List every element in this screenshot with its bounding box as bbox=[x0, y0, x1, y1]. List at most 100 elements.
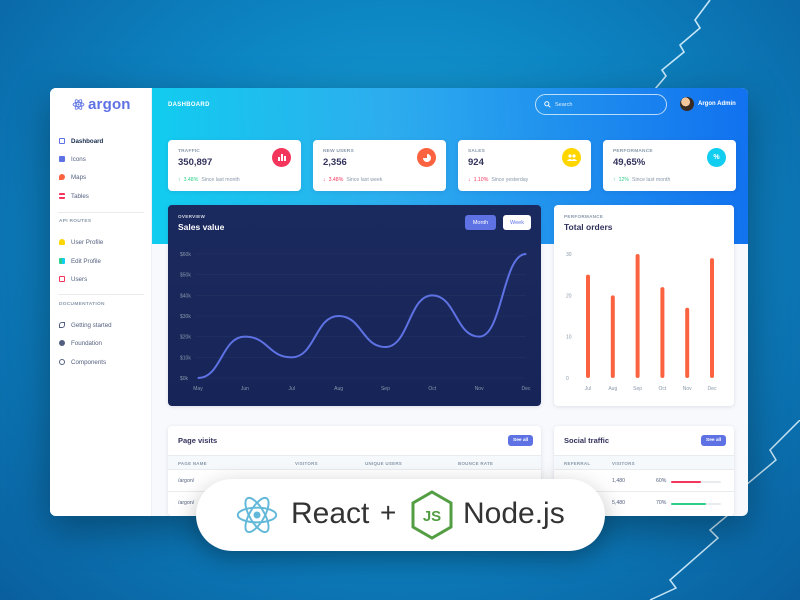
stat-change: 1.10% bbox=[473, 177, 489, 183]
stat-footer: ↓ 3.48% Since last week bbox=[323, 177, 382, 183]
chart-bar-icon bbox=[272, 148, 291, 167]
y-tick-label: $0k bbox=[180, 376, 189, 382]
users-icon bbox=[562, 148, 581, 167]
tv-icon bbox=[59, 138, 65, 144]
sidebar-item-icons[interactable]: Icons bbox=[59, 153, 86, 165]
sidebar-item-foundation[interactable]: Foundation bbox=[59, 337, 102, 349]
logo-text: argon bbox=[88, 96, 131, 113]
sales-value-card: OVERVIEW Sales value Month Week $0k $10k $… bbox=[168, 205, 541, 406]
sidebar-item-components[interactable]: Components bbox=[59, 356, 106, 368]
pin-icon bbox=[59, 174, 65, 180]
sidebar-item-edit-profile[interactable]: Edit Profile bbox=[59, 255, 101, 267]
user-menu[interactable]: Argon Admin bbox=[680, 97, 736, 111]
stat-change: 3.48% bbox=[328, 177, 344, 183]
table-header: REFERRAL VISITORS bbox=[554, 455, 734, 470]
search-icon bbox=[544, 101, 551, 108]
stat-value: 924 bbox=[468, 157, 484, 168]
progress-bar bbox=[671, 503, 721, 505]
column-header: VISITORS bbox=[295, 461, 318, 466]
x-tick-label: Nov bbox=[475, 386, 484, 392]
progress-fill bbox=[671, 481, 701, 483]
search-box[interactable] bbox=[535, 94, 667, 115]
column-header: VISITORS bbox=[612, 461, 635, 466]
x-tick-label: Dec bbox=[708, 386, 717, 392]
card-title: Page visits bbox=[178, 436, 218, 445]
stat-title: PERFORMANCE bbox=[613, 149, 653, 154]
list-icon bbox=[59, 193, 65, 199]
plus-sign: + bbox=[380, 497, 397, 528]
arrow-up-icon: ↑ bbox=[613, 177, 616, 183]
stat-since: Since last week bbox=[346, 177, 383, 183]
x-tick-label: Oct bbox=[659, 386, 667, 392]
logo[interactable]: argon bbox=[72, 96, 131, 113]
bar bbox=[586, 274, 590, 378]
sidebar-item-tables[interactable]: Tables bbox=[59, 190, 89, 202]
stat-footer: ↓ 1.10% Since yesterday bbox=[468, 177, 528, 183]
stat-value: 2,356 bbox=[323, 157, 347, 168]
sidebar-item-maps[interactable]: Maps bbox=[59, 171, 86, 183]
tech-badge: React + JS Node.js bbox=[196, 479, 605, 551]
spaceship-icon bbox=[59, 322, 65, 328]
nodejs-mark: JS bbox=[423, 508, 441, 525]
user-name: Argon Admin bbox=[698, 101, 736, 107]
sidebar: argon Dashboard Icons Maps Tables API RO… bbox=[50, 88, 152, 516]
user-icon bbox=[59, 239, 65, 245]
sidebar-item-dashboard[interactable]: Dashboard bbox=[59, 135, 103, 147]
page-title: DASHBOARD bbox=[168, 102, 210, 108]
search-input[interactable] bbox=[555, 101, 655, 108]
arrow-down-icon: ↓ bbox=[323, 177, 326, 183]
x-tick-label: Sep bbox=[381, 386, 390, 392]
bar bbox=[685, 307, 690, 378]
x-tick-label: Jun bbox=[241, 386, 249, 392]
planet-icon bbox=[59, 156, 65, 162]
sidebar-item-label: Components bbox=[71, 358, 107, 366]
column-header: PAGE NAME bbox=[178, 461, 207, 466]
total-orders-card: PERFORMANCE Total orders 0 10 20 30 Jul Aug Se… bbox=[554, 205, 734, 406]
sidebar-item-label: Dashboard bbox=[71, 137, 104, 145]
sidebar-item-label: Icons bbox=[71, 155, 86, 163]
nodejs-label: Node.js bbox=[463, 497, 565, 530]
column-header: UNIQUE USERS bbox=[365, 461, 403, 466]
section-heading-documentation: DOCUMENTATION bbox=[59, 302, 105, 307]
column-header: REFERRAL bbox=[564, 461, 591, 466]
users-icon bbox=[59, 276, 65, 282]
sidebar-item-label: Getting started bbox=[71, 321, 112, 329]
stat-since: Since last month bbox=[631, 177, 671, 183]
see-all-button[interactable]: See all bbox=[701, 435, 727, 446]
table-cell: 60% bbox=[656, 478, 667, 484]
data-point bbox=[197, 377, 199, 379]
stat-change: 3.48% bbox=[183, 177, 199, 183]
table-cell: 5,480 bbox=[612, 500, 625, 506]
percent-icon: % bbox=[707, 148, 726, 167]
sidebar-item-users[interactable]: Users bbox=[59, 273, 87, 285]
y-tick-label: $40k bbox=[180, 293, 191, 299]
divider bbox=[58, 294, 144, 295]
sidebar-item-getting-started[interactable]: Getting started bbox=[59, 319, 112, 331]
palette-icon bbox=[59, 340, 65, 346]
sidebar-item-user-profile[interactable]: User Profile bbox=[59, 236, 103, 248]
stat-card-traffic: TRAFFIC 350,897 ↑ 3.48% Since last month bbox=[168, 140, 301, 191]
sidebar-item-label: Users bbox=[71, 275, 88, 283]
main-content: DASHBOARD Argon Admin TRAFFIC 350,897 ↑ … bbox=[152, 88, 748, 516]
ui-icon bbox=[59, 359, 65, 365]
x-tick-label: Aug bbox=[334, 386, 343, 392]
orders-bar-chart: 0 10 20 30 Jul Aug Sep Oct Nov Dec bbox=[566, 252, 717, 392]
x-tick-label: Dec bbox=[522, 386, 531, 392]
table-cell: /argon/ bbox=[178, 478, 195, 484]
lightning-bolt-top bbox=[649, 0, 711, 95]
stat-value: 350,897 bbox=[178, 157, 213, 168]
data-point bbox=[478, 336, 480, 338]
see-all-button[interactable]: See all bbox=[508, 435, 534, 446]
stat-since: Since yesterday bbox=[491, 177, 529, 183]
stat-card-performance: PERFORMANCE 49,65% % ↑ 12% Since last mo… bbox=[603, 140, 736, 191]
bar bbox=[610, 295, 615, 378]
x-tick-label: Sep bbox=[633, 386, 642, 392]
y-tick-label: 20 bbox=[566, 293, 572, 299]
arrow-down-icon: ↓ bbox=[468, 177, 471, 183]
table-header: PAGE NAME VISITORS UNIQUE USERS BOUNCE R… bbox=[168, 455, 541, 470]
bar bbox=[660, 287, 665, 378]
stat-footer: ↑ 12% Since last month bbox=[613, 177, 670, 183]
stat-card-sales: SALES 924 ↓ 1.10% Since yesterday bbox=[458, 140, 591, 191]
data-point bbox=[337, 315, 340, 317]
table-cell: 1,480 bbox=[612, 478, 625, 484]
